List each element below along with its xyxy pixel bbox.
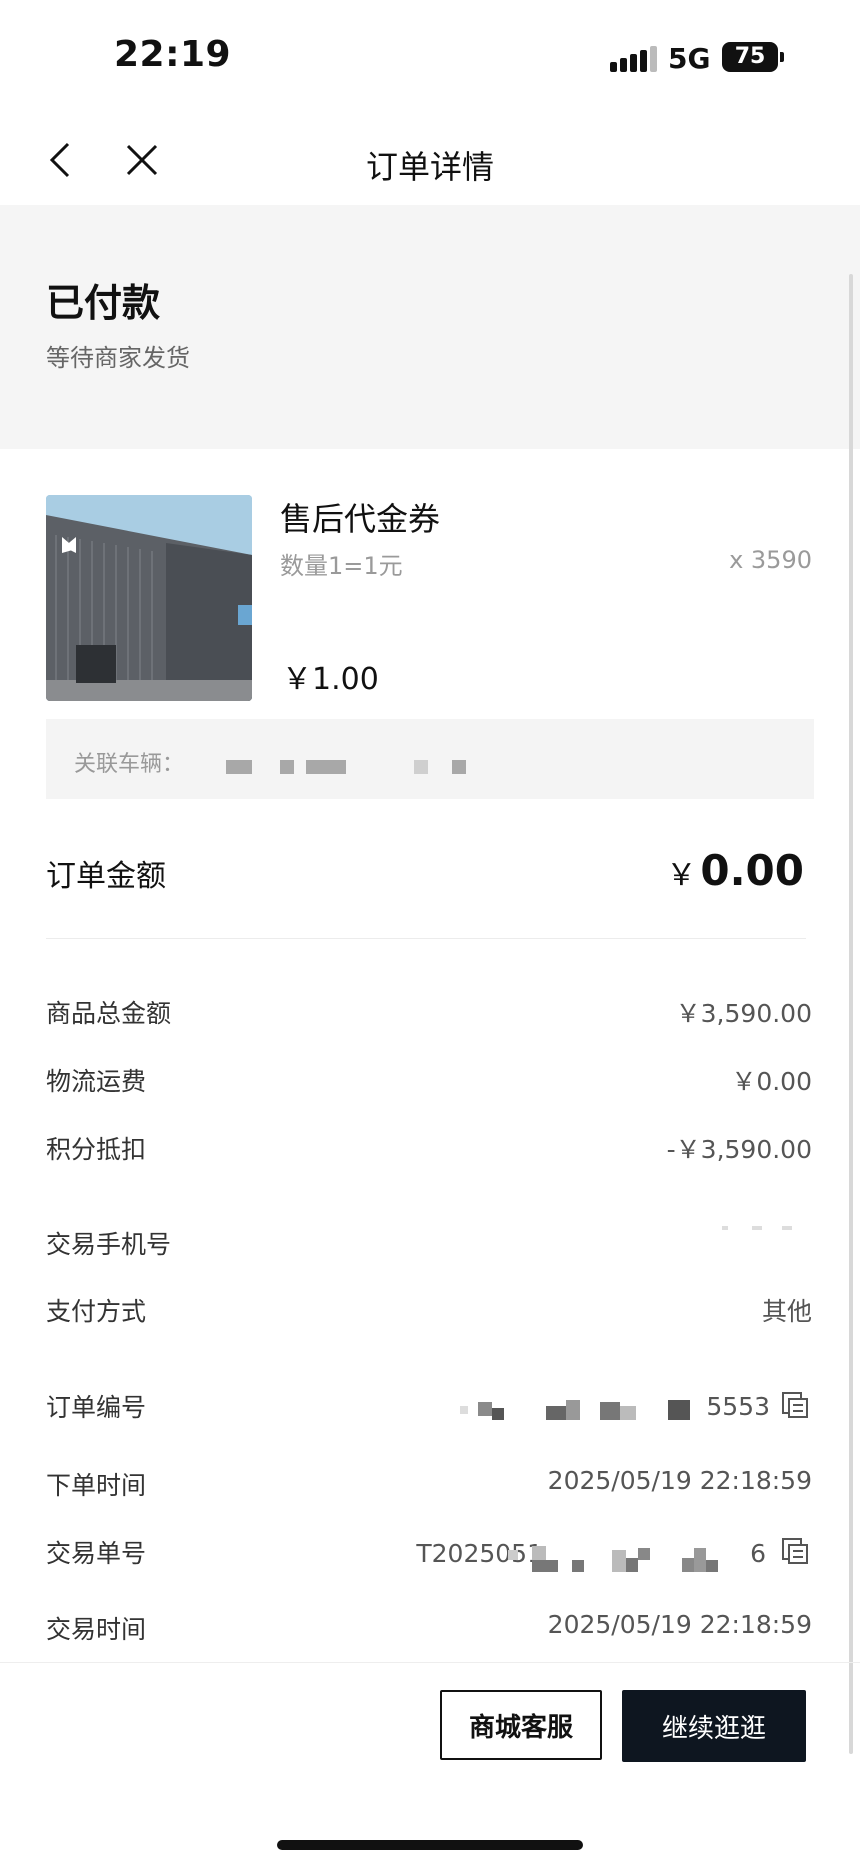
shipping-label: 物流运费 <box>46 1067 147 1096</box>
battery-tip <box>780 52 784 62</box>
payment-method-label: 支付方式 <box>46 1297 147 1326</box>
product-name: 售后代金券 <box>280 500 441 538</box>
signal-icon <box>610 46 657 72</box>
network-label: 5G <box>668 42 711 75</box>
order-amount-value: ￥0.00 <box>666 846 804 895</box>
vehicle-value-redacted <box>226 760 476 776</box>
copy-icon[interactable] <box>780 1536 810 1566</box>
goods-total-label: 商品总金额 <box>46 999 172 1028</box>
home-indicator[interactable] <box>277 1840 583 1850</box>
order-status-subtitle: 等待商家发货 <box>46 344 190 372</box>
vehicle-label: 关联车辆： <box>74 752 185 777</box>
order-number-value: 5553 <box>706 1392 770 1421</box>
payment-method-value: 其他 <box>761 1297 812 1326</box>
transaction-time-value: 2025/05/19 22:18:59 <box>547 1610 812 1639</box>
transaction-number-suffix: 6 <box>750 1539 766 1568</box>
currency-symbol: ￥ <box>666 858 697 893</box>
customer-service-button[interactable]: 商城客服 <box>440 1690 602 1760</box>
order-status-title: 已付款 <box>46 281 161 325</box>
bottom-bar-divider <box>0 1662 860 1663</box>
order-amount-number: 0.00 <box>700 846 804 895</box>
page-title: 订单详情 <box>365 148 494 186</box>
status-time: 22:19 <box>114 34 232 75</box>
scrollbar[interactable] <box>849 274 853 1754</box>
phone-label: 交易手机号 <box>46 1230 172 1259</box>
order-status-panel <box>0 205 860 449</box>
points-deduction-label: 积分抵扣 <box>46 1135 147 1164</box>
points-deduction-value: -￥3,590.00 <box>666 1135 812 1164</box>
order-number-label: 订单编号 <box>46 1393 147 1422</box>
order-amount-label: 订单金额 <box>46 859 166 894</box>
copy-icon[interactable] <box>780 1390 810 1420</box>
battery-icon: 75 <box>722 42 778 72</box>
divider <box>46 938 806 939</box>
order-time-value: 2025/05/19 22:18:59 <box>547 1466 812 1495</box>
order-number-redacted <box>460 1396 690 1426</box>
transaction-number-label: 交易单号 <box>46 1539 147 1568</box>
transaction-time-label: 交易时间 <box>46 1615 147 1644</box>
product-image[interactable] <box>46 495 252 701</box>
product-price: ￥1.00 <box>282 662 379 697</box>
continue-shopping-button[interactable]: 继续逛逛 <box>622 1690 806 1762</box>
phone-value-redacted <box>722 1226 812 1236</box>
product-quantity: x 3590 <box>729 546 812 574</box>
shipping-value: ￥0.00 <box>731 1067 812 1096</box>
transaction-number-redacted <box>508 1544 728 1574</box>
product-spec: 数量1=1元 <box>280 552 403 580</box>
order-time-label: 下单时间 <box>46 1471 147 1500</box>
goods-total-value: ￥3,590.00 <box>675 999 812 1028</box>
